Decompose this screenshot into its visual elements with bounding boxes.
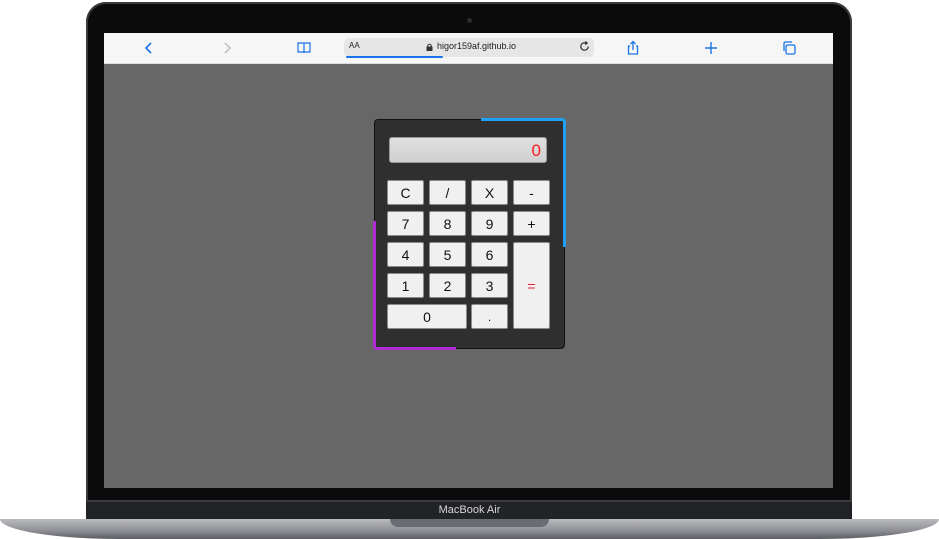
- browser-screen: AA higor159af.github.io 0 C / X - 7 8 9 …: [104, 33, 833, 488]
- address-bar[interactable]: AA higor159af.github.io: [344, 38, 594, 58]
- url-text: higor159af.github.io: [437, 41, 517, 51]
- key-7[interactable]: 7: [387, 211, 424, 236]
- key-8[interactable]: 8: [429, 211, 466, 236]
- key-dot[interactable]: .: [471, 304, 508, 329]
- tabs-icon: [783, 41, 796, 55]
- plus-icon: [705, 42, 717, 54]
- key-9[interactable]: 9: [471, 211, 508, 236]
- laptop-notch: [390, 519, 549, 527]
- key-0[interactable]: 0: [387, 304, 467, 329]
- camera-icon: [467, 18, 472, 23]
- key-minus[interactable]: -: [513, 180, 550, 205]
- laptop-model-label: MacBook Air: [438, 504, 501, 516]
- calculator: 0 C / X - 7 8 9 + 4 5 6 = 1 2 3 0 .: [373, 118, 566, 350]
- key-plus[interactable]: +: [513, 211, 550, 236]
- lock-icon: [426, 43, 433, 51]
- key-1[interactable]: 1: [387, 273, 424, 298]
- load-progress-bar: [346, 56, 443, 58]
- key-equals[interactable]: =: [513, 242, 550, 329]
- key-3[interactable]: 3: [471, 273, 508, 298]
- calculator-display: 0: [389, 137, 547, 163]
- back-button[interactable]: [138, 37, 160, 59]
- key-6[interactable]: 6: [471, 242, 508, 267]
- key-clear[interactable]: C: [387, 180, 424, 205]
- browser-toolbar: AA higor159af.github.io: [104, 33, 833, 64]
- share-icon: [627, 40, 639, 55]
- bookmarks-button[interactable]: [293, 37, 315, 59]
- key-4[interactable]: 4: [387, 242, 424, 267]
- forward-button[interactable]: [216, 37, 238, 59]
- key-5[interactable]: 5: [429, 242, 466, 267]
- book-icon: [297, 42, 311, 54]
- new-tab-button[interactable]: [700, 37, 722, 59]
- key-2[interactable]: 2: [429, 273, 466, 298]
- key-divide[interactable]: /: [429, 180, 466, 205]
- chevron-left-icon: [144, 42, 152, 54]
- share-button[interactable]: [622, 37, 644, 59]
- tabs-button[interactable]: [778, 37, 800, 59]
- key-multiply[interactable]: X: [471, 180, 508, 205]
- reader-view-button[interactable]: AA: [349, 41, 360, 50]
- reload-icon[interactable]: [578, 40, 591, 53]
- chevron-right-icon: [224, 42, 232, 54]
